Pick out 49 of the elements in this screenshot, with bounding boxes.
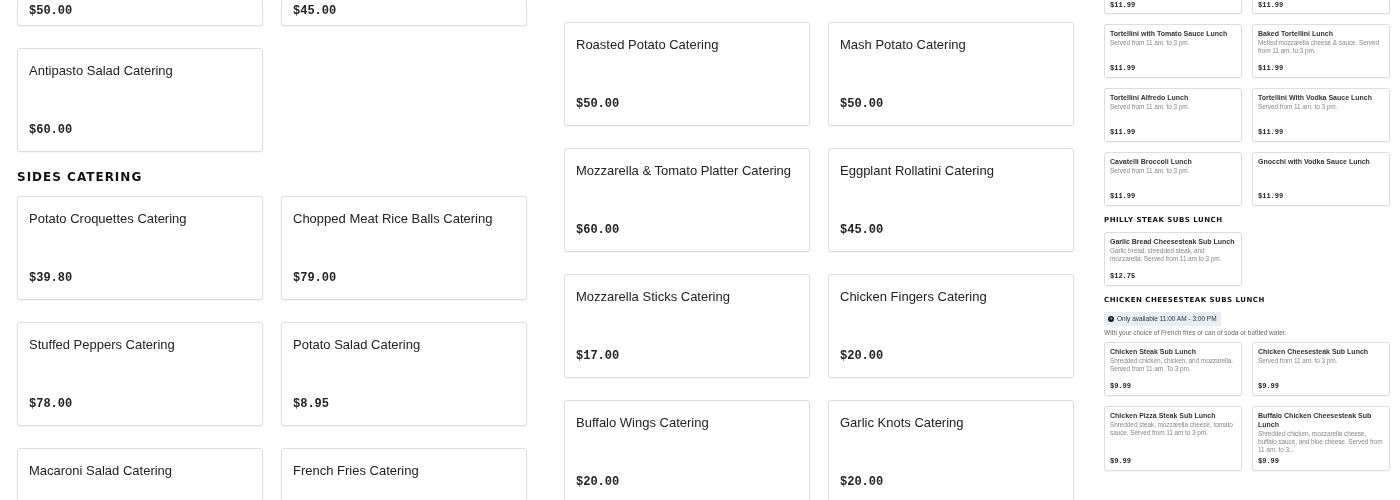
menu-card[interactable]: Mash Potato Catering $50.00 <box>828 22 1074 126</box>
item-price: $50.00 <box>576 96 621 113</box>
menu-card[interactable]: Eggplant Rollatini Catering $45.00 <box>828 148 1074 252</box>
item-price: $60.00 <box>29 122 74 139</box>
item-price: $17.00 <box>576 348 621 365</box>
item-title: Chopped Meat Rice Balls Catering <box>293 210 494 228</box>
item-title: Eggplant Rollatini Catering <box>840 162 995 180</box>
section-heading: SIDES CATERING <box>17 170 144 184</box>
item-title: Garlic Knots Catering <box>840 414 965 432</box>
item-price: $20.00 <box>840 348 885 365</box>
item-title: Mozzarella Sticks Catering <box>576 288 731 306</box>
menu-card[interactable]: Mozzarella & Tomato Platter Catering $60.00 <box>564 148 810 252</box>
item-title: Antipasto Salad Catering <box>29 62 174 80</box>
menu-card[interactable]: Potato Croquettes Catering $39.80 <box>17 196 263 300</box>
item-price: $39.80 <box>29 270 74 287</box>
item-title: Chicken Fingers Catering <box>840 288 988 306</box>
item-price: $50.00 <box>840 96 885 113</box>
item-title: Mash Potato Catering <box>840 36 967 54</box>
item-price: $78.00 <box>29 396 74 413</box>
item-price: $20.00 <box>576 474 621 491</box>
menu-card[interactable]: Potato Salad Catering $8.95 <box>281 322 527 426</box>
menu-card[interactable]: Garlic Knots Catering $20.00 <box>828 400 1074 500</box>
item-title: French Fries Catering <box>293 462 420 480</box>
item-title: Buffalo Wings Catering <box>576 414 710 432</box>
menu-card[interactable]: Chicken Fingers Catering $20.00 <box>828 274 1074 378</box>
menu-card[interactable]: $50.00 <box>17 0 263 26</box>
item-title: Mozzarella & Tomato Platter Catering <box>576 162 793 180</box>
item-price: $45.00 <box>840 222 885 239</box>
menu-card[interactable]: Chopped Meat Rice Balls Catering $79.00 <box>281 196 527 300</box>
menu-card[interactable]: Antipasto Salad Catering $60.00 <box>17 48 263 152</box>
item-title: Stuffed Peppers Catering <box>29 336 176 354</box>
menu-card[interactable]: Stuffed Peppers Catering $78.00 <box>17 322 263 426</box>
menu-card[interactable]: Buffalo Wings Catering $20.00 <box>564 400 810 500</box>
menu-card[interactable]: French Fries Catering <box>281 448 527 500</box>
menu-card[interactable]: $45.00 <box>281 0 527 26</box>
item-price: $20.00 <box>840 474 885 491</box>
item-title: Potato Salad Catering <box>293 336 422 354</box>
item-price: $60.00 <box>576 222 621 239</box>
item-price: $8.95 <box>293 396 330 413</box>
item-price: $79.00 <box>293 270 338 287</box>
item-title: Potato Croquettes Catering <box>29 210 188 228</box>
clock-icon <box>1108 316 1114 322</box>
item-title: Macaroni Salad Catering <box>29 462 174 480</box>
menu-card[interactable]: Mozzarella Sticks Catering $17.00 <box>564 274 810 378</box>
item-price: $50.00 <box>29 4 74 18</box>
item-title: Roasted Potato Catering <box>576 36 720 54</box>
menu-card[interactable]: Macaroni Salad Catering <box>17 448 263 500</box>
menu-card[interactable]: Roasted Potato Catering $50.00 <box>564 22 810 126</box>
item-price: $45.00 <box>293 4 338 18</box>
